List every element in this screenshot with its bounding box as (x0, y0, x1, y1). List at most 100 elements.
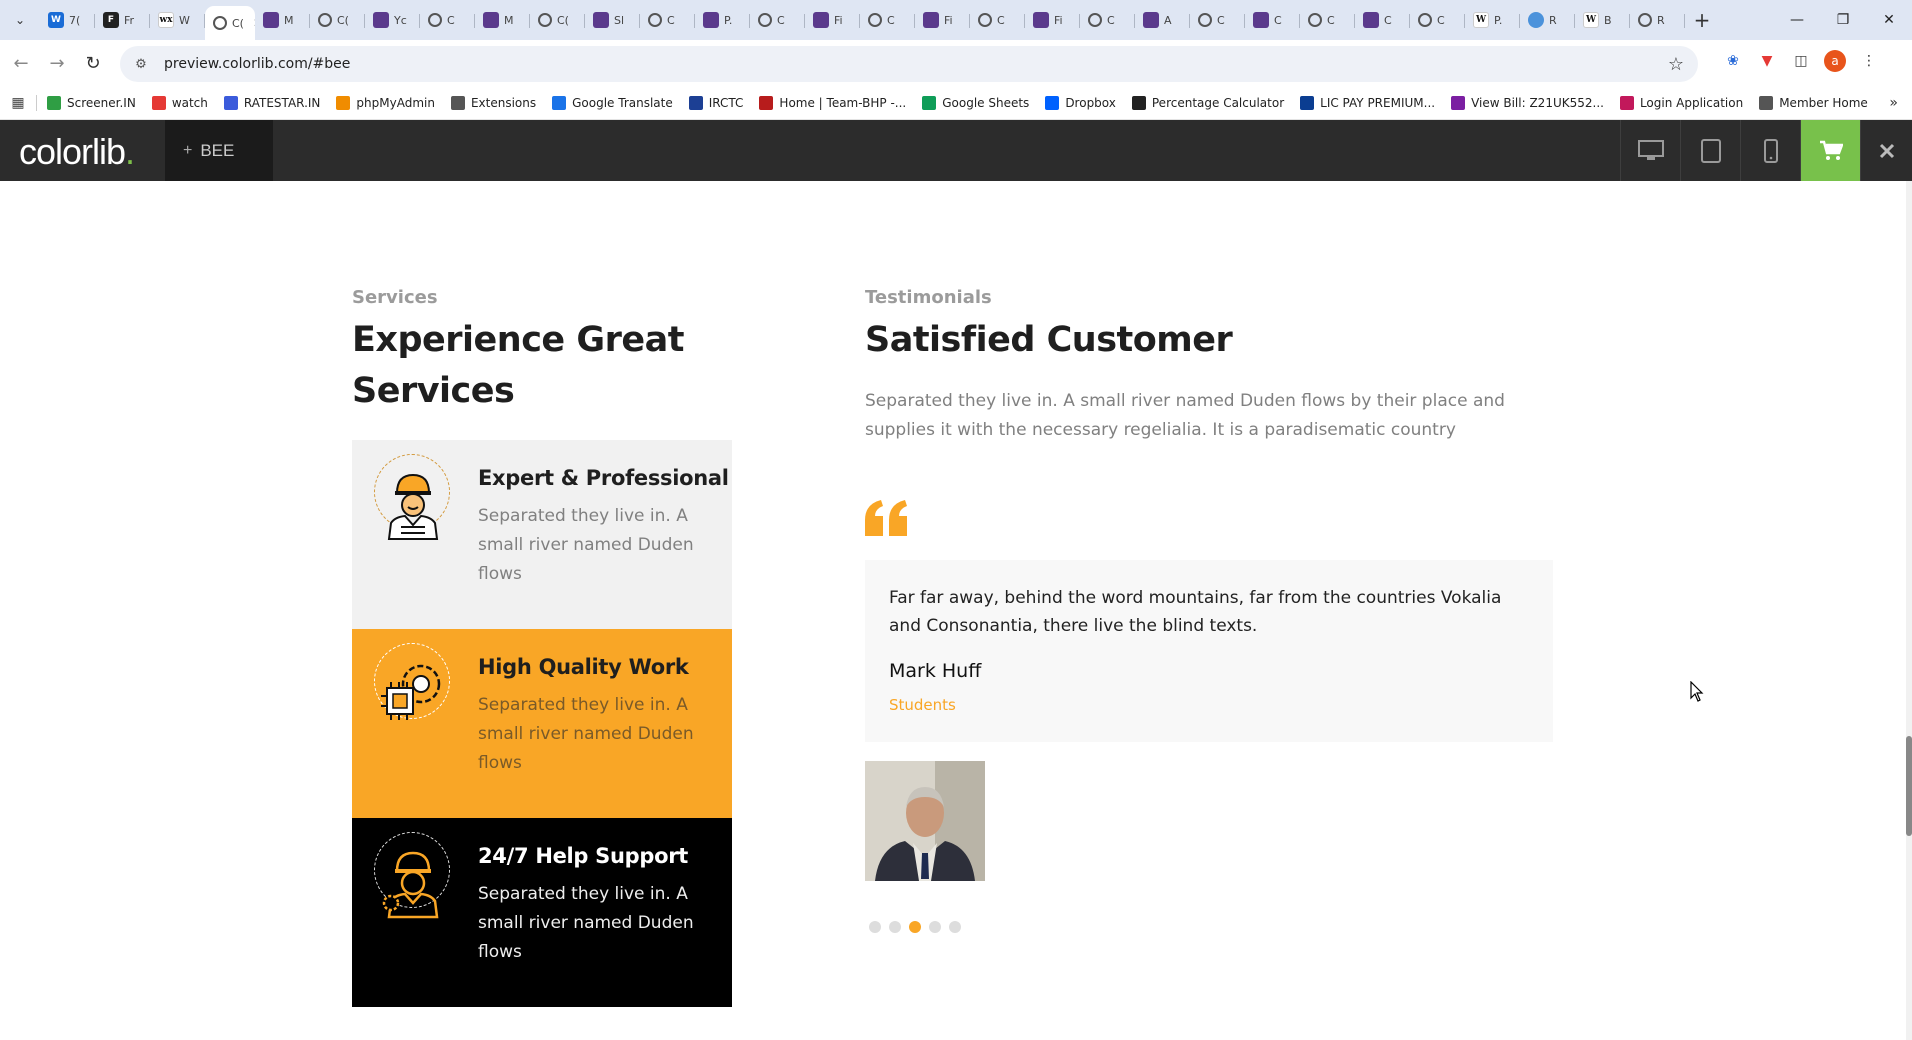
tab-strip: ⌄ W7(FFrwxWC(✕MC(YcCMC(SlCP.CFiCFiCFiCAC… (0, 0, 1912, 40)
carousel-dot[interactable] (889, 921, 901, 933)
carousel-dot[interactable] (909, 921, 921, 933)
minimize-icon[interactable]: — (1774, 0, 1820, 40)
browser-tab[interactable]: C (420, 5, 475, 35)
bookmark-item[interactable]: View Bill: Z21UK552... (1451, 96, 1604, 110)
shield-extension-icon[interactable]: ▼ (1756, 50, 1778, 72)
tab-title: R (1549, 13, 1557, 27)
tab-title: M (504, 13, 514, 27)
back-arrow-icon[interactable]: ← (6, 49, 36, 79)
bookmark-item[interactable]: Extensions (450, 96, 537, 110)
browser-tab[interactable]: Fi (805, 5, 860, 35)
bookmark-item[interactable]: Login Application (1619, 96, 1744, 110)
site-info-icon[interactable]: ⚙ (126, 57, 156, 72)
more-bookmarks-icon[interactable]: » (1889, 95, 1898, 111)
browser-tab[interactable]: C (970, 5, 1025, 35)
browser-tab[interactable]: C (1245, 5, 1300, 35)
bookmark-label: Extensions (470, 96, 537, 110)
browser-tab[interactable]: A (1135, 5, 1190, 35)
browser-tab[interactable]: C (1080, 5, 1135, 35)
browser-tab[interactable]: F Fr (95, 5, 150, 35)
preview-header: colorlib. + BEE (0, 120, 1912, 181)
carousel-dots (869, 921, 961, 933)
bookmark-favicon-icon (922, 96, 937, 110)
browser-tab[interactable]: M (475, 5, 530, 35)
reload-icon[interactable]: ↻ (78, 49, 108, 79)
tab-title: Sl (614, 13, 625, 27)
profile-avatar[interactable]: a (1824, 50, 1846, 72)
browser-tab[interactable]: wx W (150, 5, 205, 35)
browser-tab[interactable]: P. (695, 5, 750, 35)
globe-icon (978, 13, 992, 27)
browser-menu-icon[interactable]: ⋮ (1858, 50, 1880, 72)
extension-icon[interactable]: ❀ (1722, 50, 1744, 72)
browser-tab[interactable]: WB (1575, 5, 1630, 35)
tab-title: B (1604, 13, 1612, 27)
tablet-view-button[interactable] (1680, 120, 1740, 181)
carousel-dot[interactable] (949, 921, 961, 933)
browser-tab[interactable]: C (750, 5, 805, 35)
bookmark-item[interactable]: IRCTC (688, 96, 743, 110)
browser-tab[interactable]: Yc (365, 5, 420, 35)
colorlib-icon (1143, 12, 1159, 28)
browser-tab[interactable]: C (1355, 5, 1410, 35)
bookmark-item[interactable]: Screener.IN (47, 96, 136, 110)
bookmark-item[interactable]: Member Home (1759, 96, 1868, 110)
bookmark-star-icon[interactable]: ☆ (1668, 54, 1684, 75)
testimonials-intro: Separated they live in. A small river na… (865, 391, 1505, 440)
mobile-view-button[interactable] (1740, 120, 1800, 181)
browser-tab[interactable]: C (860, 5, 915, 35)
tab-search-chevron-icon[interactable]: ⌄ (0, 0, 40, 40)
browser-tab[interactable]: C( (310, 5, 365, 35)
bookmark-label: Login Application (1639, 96, 1744, 110)
bookmark-item[interactable]: phpMyAdmin (336, 96, 435, 110)
cart-icon (1819, 140, 1843, 160)
new-tab-button[interactable]: + (1685, 0, 1719, 40)
bookmark-label: Dropbox (1065, 96, 1116, 110)
browser-tab[interactable]: M (255, 5, 310, 35)
bookmark-item[interactable]: Google Translate (552, 96, 673, 110)
bookmark-item[interactable]: Google Sheets (922, 96, 1029, 110)
apps-grid-icon[interactable]: ▦ (0, 95, 36, 111)
browser-tab[interactable]: R (1630, 5, 1685, 35)
browser-tab[interactable]: Fi (1025, 5, 1080, 35)
browser-tab[interactable]: C (1300, 5, 1355, 35)
bookmark-favicon-icon (336, 96, 351, 110)
omnibox[interactable]: ⚙ preview.colorlib.com/#bee ☆ (120, 46, 1698, 82)
restore-icon[interactable]: ❐ (1820, 0, 1866, 40)
tab-title: W (179, 13, 190, 27)
browser-tab[interactable]: Sl (585, 5, 640, 35)
testimonial-photo (865, 761, 985, 881)
colorlib-icon (1253, 12, 1269, 28)
bookmark-item[interactable]: RATESTAR.IN (223, 96, 320, 110)
carousel-dot[interactable] (869, 921, 881, 933)
bookmark-list: Screener.IN watch RATESTAR.IN phpMyAdmin Ext… (47, 96, 1884, 110)
bookmark-item[interactable]: Dropbox (1045, 96, 1116, 110)
browser-tab[interactable]: C (640, 5, 695, 35)
colorlib-logo[interactable]: colorlib. (19, 131, 135, 173)
browser-tab[interactable]: W 7( (40, 5, 95, 35)
browser-tab[interactable]: C (1410, 5, 1465, 35)
browser-tab[interactable]: C(✕ (205, 6, 255, 40)
buy-theme-button[interactable] (1800, 120, 1860, 181)
bookmark-item[interactable]: Percentage Calculator (1131, 96, 1284, 110)
theme-selector[interactable]: + BEE (165, 120, 273, 181)
browser-tab[interactable]: R (1520, 5, 1575, 35)
close-window-icon[interactable]: ✕ (1866, 0, 1912, 40)
bookmark-item[interactable]: LIC PAY PREMIUM... (1300, 96, 1435, 110)
page-scrollbar[interactable] (1906, 181, 1912, 1040)
browser-tab[interactable]: C( (530, 5, 585, 35)
url-text[interactable]: preview.colorlib.com/#bee (164, 56, 350, 72)
scrollbar-thumb[interactable] (1906, 736, 1912, 836)
bookmark-item[interactable]: Home | Team-BHP -... (759, 96, 906, 110)
puzzle-extensions-icon[interactable]: ◫ (1790, 50, 1812, 72)
browser-tab[interactable]: Fi (915, 5, 970, 35)
tab-title: Fi (944, 13, 953, 27)
tab-title: C (447, 13, 455, 27)
forward-arrow-icon[interactable]: → (42, 49, 72, 79)
bookmark-item[interactable]: watch (151, 96, 208, 110)
browser-tab[interactable]: W P. (1465, 5, 1520, 35)
close-preview-button[interactable] (1860, 120, 1912, 181)
browser-tab[interactable]: C (1190, 5, 1245, 35)
carousel-dot[interactable] (929, 921, 941, 933)
desktop-view-button[interactable] (1620, 120, 1680, 181)
